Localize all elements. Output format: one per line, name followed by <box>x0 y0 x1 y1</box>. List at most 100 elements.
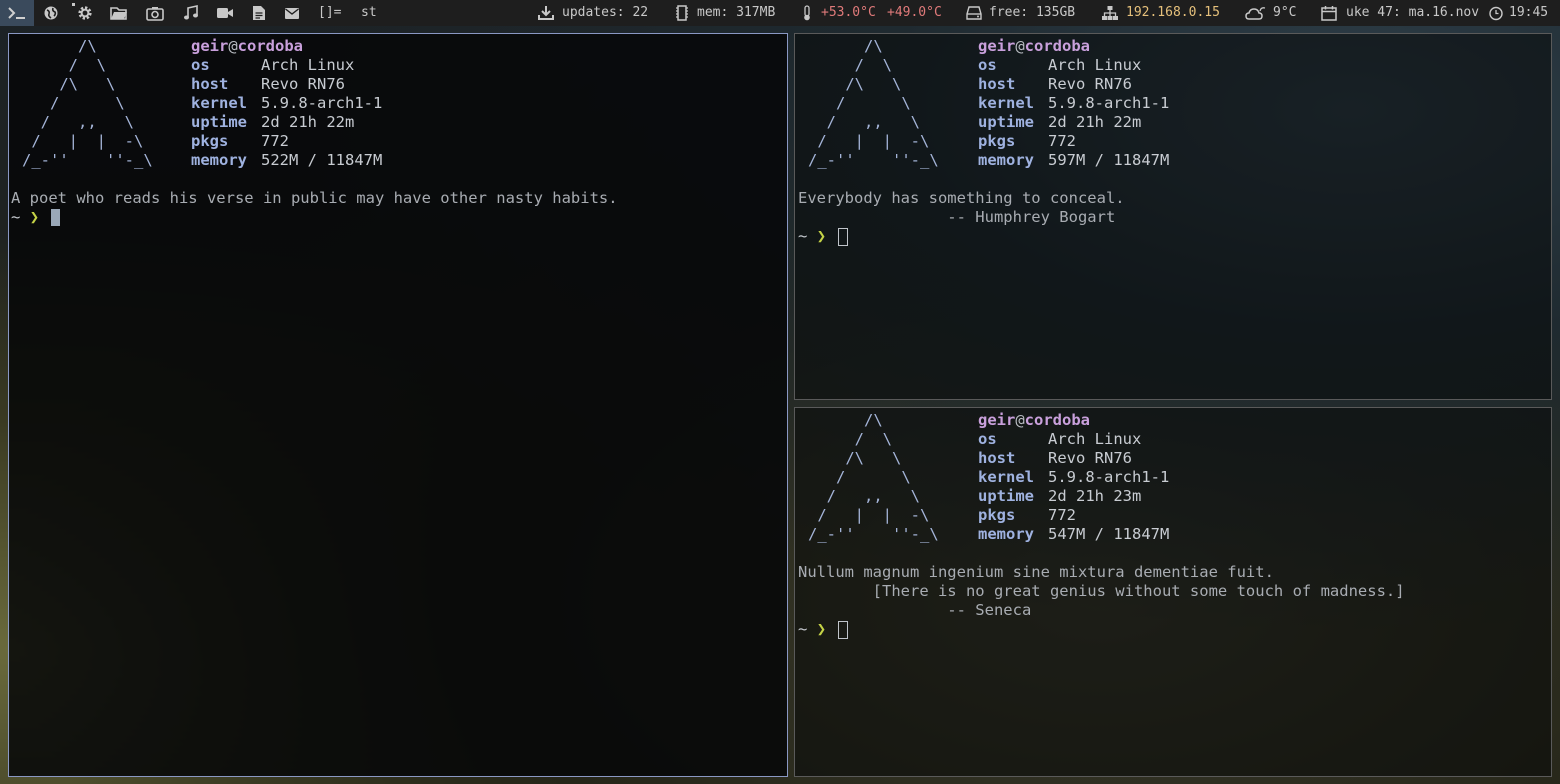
arch-logo-line: /\ <box>22 37 97 55</box>
terminal-cursor <box>838 228 848 246</box>
info-value: 2d 21h 22m <box>1048 113 1142 131</box>
tag-photos[interactable] <box>138 0 172 26</box>
layout-symbol[interactable]: []= <box>318 0 341 26</box>
info-key: os <box>978 430 997 448</box>
info-key: uptime <box>978 487 1034 505</box>
hard-drive-icon <box>966 6 982 20</box>
terminal-cursor <box>51 209 60 226</box>
tag-music[interactable] <box>174 0 208 26</box>
arch-logo-line: /\ \ <box>22 75 116 93</box>
fortune-text: A poet who reads his verse in public may… <box>11 189 618 207</box>
fortune-attribution: -- Seneca <box>798 601 1032 619</box>
arch-logo-line: / \ <box>808 430 892 448</box>
info-key: uptime <box>978 113 1034 131</box>
thermometer-icon <box>804 5 810 21</box>
info-key: memory <box>191 151 247 169</box>
window-title: st <box>361 5 377 20</box>
terminal-cursor <box>838 621 848 639</box>
shell-prompt[interactable]: ~ ❯ <box>11 208 39 227</box>
ip-address: 192.168.0.15 <box>1126 5 1220 20</box>
tag-video[interactable] <box>208 0 242 26</box>
info-key: memory <box>978 525 1034 543</box>
arch-logo-line: / | | -\ <box>808 132 930 150</box>
gpu-temperature: +49.0°C <box>887 5 942 20</box>
arch-logo-line: /\ \ <box>808 75 902 93</box>
calendar-icon <box>1321 6 1337 21</box>
info-key: memory <box>978 151 1034 169</box>
tag-mail[interactable] <box>275 0 309 26</box>
arch-logo-line: / \ <box>22 56 106 74</box>
status-bar: []= st updates: 22 mem: 317MB +53.0°C +4… <box>0 0 1560 26</box>
info-key: pkgs <box>978 132 1016 150</box>
clock-time: 19:45 <box>1509 5 1549 20</box>
cpu-temperature: +53.0°C <box>821 5 876 20</box>
tag-documents[interactable] <box>242 0 276 26</box>
mail-icon <box>285 7 299 19</box>
info-value: Revo RN76 <box>1048 449 1132 467</box>
download-icon <box>538 6 554 20</box>
arch-logo-line: /\ <box>808 37 883 55</box>
terminal-window-top-right[interactable]: /\ / \ /\ \ / \ / ,, \ / | | -\ /_-'' ''… <box>794 33 1552 400</box>
info-value: 5.9.8-arch1-1 <box>1048 468 1170 486</box>
tag-browser[interactable] <box>34 0 68 26</box>
memory-usage: mem: 317MB <box>697 5 776 20</box>
info-key: kernel <box>978 94 1034 112</box>
info-value: Revo RN76 <box>261 75 345 93</box>
info-key: kernel <box>191 94 247 112</box>
hostname: cordoba <box>237 37 303 55</box>
fortune-text: Everybody has something to conceal. <box>798 189 1125 207</box>
arch-logo-line: / | | -\ <box>808 506 930 524</box>
info-value: 2d 21h 23m <box>1048 487 1142 505</box>
hostname: cordoba <box>1024 411 1090 429</box>
prompt-chevron: ❯ <box>816 620 827 638</box>
arch-logo-line: /\ <box>808 411 883 429</box>
info-key: host <box>978 75 1016 93</box>
arch-logo-line: /_-'' ''-_\ <box>22 151 153 169</box>
date-display: uke 47: ma.16.nov <box>1346 5 1480 20</box>
arch-logo-line: /\ \ <box>808 449 902 467</box>
prompt-cwd: ~ <box>11 208 21 226</box>
tag-files[interactable] <box>102 0 136 26</box>
terminal-icon <box>8 7 25 19</box>
terminal-window-left[interactable]: /\ / \ /\ \ / \ / ,, \ / | | -\ /_-'' ''… <box>8 33 788 777</box>
info-value: 522M / 11847M <box>261 151 383 169</box>
updates-count: updates: 22 <box>562 5 649 20</box>
info-key: pkgs <box>191 132 229 150</box>
arch-logo-line: / \ <box>22 94 125 112</box>
info-value: Arch Linux <box>1048 430 1142 448</box>
info-key: os <box>978 56 997 74</box>
fortune-text: Nullum magnum ingenium sine mixtura deme… <box>798 563 1274 581</box>
info-value: Arch Linux <box>1048 56 1142 74</box>
arch-logo-line: / \ <box>808 468 911 486</box>
arch-logo-line: /_-'' ''-_\ <box>808 151 939 169</box>
info-key: host <box>191 75 229 93</box>
shell-prompt[interactable]: ~ ❯ <box>798 227 826 246</box>
hostname: cordoba <box>1024 37 1090 55</box>
fortune-translation: [There is no great genius without some t… <box>798 582 1405 600</box>
arch-logo-line: / | | -\ <box>22 132 144 150</box>
user-at-host: geir@cordoba <box>978 411 1090 430</box>
at-sign: @ <box>1015 37 1025 55</box>
shell-prompt[interactable]: ~ ❯ <box>798 620 826 639</box>
arch-logo-line: / \ <box>808 94 911 112</box>
memory-chip-icon <box>676 5 688 21</box>
info-key: host <box>978 449 1016 467</box>
info-value: 5.9.8-arch1-1 <box>1048 94 1170 112</box>
music-icon <box>184 5 198 20</box>
info-value: Arch Linux <box>261 56 355 74</box>
prompt-chevron: ❯ <box>816 227 827 245</box>
prompt-cwd: ~ <box>798 620 808 638</box>
info-value: Revo RN76 <box>1048 75 1132 93</box>
user-at-host: geir@cordoba <box>978 37 1090 56</box>
tag-settings[interactable] <box>68 0 102 26</box>
user-at-host: geir@cordoba <box>191 37 303 56</box>
info-value: 5.9.8-arch1-1 <box>261 94 383 112</box>
terminal-window-bottom-right[interactable]: /\ / \ /\ \ / \ / ,, \ / | | -\ /_-'' ''… <box>794 407 1552 777</box>
folder-icon <box>110 6 127 20</box>
info-key: kernel <box>978 468 1034 486</box>
arch-logo-line: / ,, \ <box>808 113 920 131</box>
tag-terminal[interactable] <box>0 0 34 26</box>
arch-logo-line: / ,, \ <box>808 487 920 505</box>
arch-logo-line: / \ <box>808 56 892 74</box>
disk-free: free: 135GB <box>989 5 1076 20</box>
